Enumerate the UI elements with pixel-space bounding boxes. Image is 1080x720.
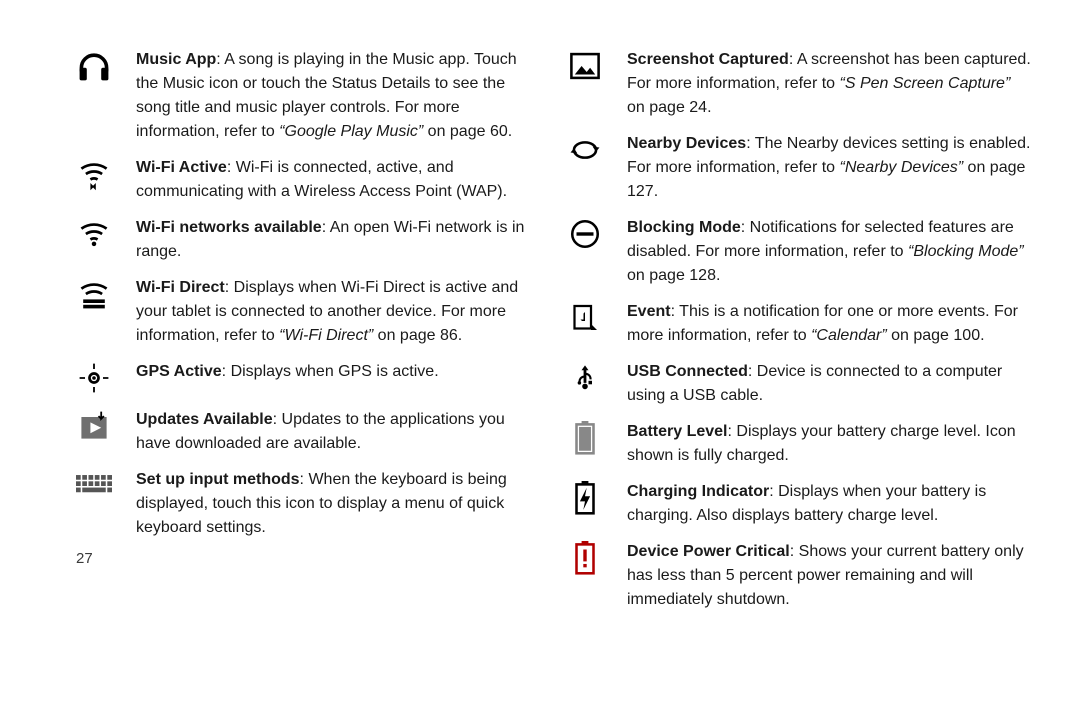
event-icon bbox=[567, 300, 603, 336]
left-column: Music App: A song is playing in the Musi… bbox=[76, 42, 541, 618]
entry-text: Charging Indicator: Displays when your b… bbox=[627, 474, 1032, 528]
battery-icon bbox=[567, 420, 603, 456]
page-number: 27 bbox=[76, 550, 541, 567]
entry-text: Event: This is a notification for one or… bbox=[627, 294, 1032, 348]
entry-text: Battery Level: Displays your battery cha… bbox=[627, 414, 1032, 468]
entry-gps: GPS Active: Displays when GPS is active. bbox=[76, 354, 541, 396]
entry-text: Device Power Critical: Shows your curren… bbox=[627, 534, 1032, 612]
entry-text: Blocking Mode: Notifications for selecte… bbox=[627, 210, 1032, 288]
updates-icon bbox=[76, 408, 112, 444]
entry-usb: USB Connected: Device is connected to a … bbox=[567, 354, 1032, 408]
entry-critical: Device Power Critical: Shows your curren… bbox=[567, 534, 1032, 612]
entry-wifi-available: Wi-Fi networks available: An open Wi-Fi … bbox=[76, 210, 541, 264]
entry-keyboard: Set up input methods: When the keyboard … bbox=[76, 462, 541, 540]
battery-critical-icon bbox=[567, 540, 603, 576]
entry-text: Set up input methods: When the keyboard … bbox=[136, 462, 541, 540]
keyboard-icon bbox=[76, 468, 112, 504]
entry-text: Nearby Devices: The Nearby devices setti… bbox=[627, 126, 1032, 204]
nearby-icon bbox=[567, 132, 603, 168]
entry-text: Wi-Fi Active: Wi-Fi is connected, active… bbox=[136, 150, 541, 204]
entry-text: Wi-Fi networks available: An open Wi-Fi … bbox=[136, 210, 541, 264]
entry-wifi-active: Wi-Fi Active: Wi-Fi is connected, active… bbox=[76, 150, 541, 204]
entry-text: Wi-Fi Direct: Displays when Wi-Fi Direct… bbox=[136, 270, 541, 348]
entry-text: GPS Active: Displays when GPS is active. bbox=[136, 354, 439, 384]
gps-icon bbox=[76, 360, 112, 396]
entry-music: Music App: A song is playing in the Musi… bbox=[76, 42, 541, 144]
blocking-icon bbox=[567, 216, 603, 252]
entry-blocking: Blocking Mode: Notifications for selecte… bbox=[567, 210, 1032, 288]
headphones-icon bbox=[76, 48, 112, 84]
usb-icon bbox=[567, 360, 603, 396]
charging-icon bbox=[567, 480, 603, 516]
wifi-active-icon bbox=[76, 156, 112, 192]
entry-charging: Charging Indicator: Displays when your b… bbox=[567, 474, 1032, 528]
entry-event: Event: This is a notification for one or… bbox=[567, 294, 1032, 348]
manual-page: Music App: A song is playing in the Musi… bbox=[0, 0, 1080, 618]
entry-screenshot: Screenshot Captured: A screenshot has be… bbox=[567, 42, 1032, 120]
entry-nearby: Nearby Devices: The Nearby devices setti… bbox=[567, 126, 1032, 204]
entry-text: USB Connected: Device is connected to a … bbox=[627, 354, 1032, 408]
entry-battery: Battery Level: Displays your battery cha… bbox=[567, 414, 1032, 468]
entry-wifi-direct: Wi-Fi Direct: Displays when Wi-Fi Direct… bbox=[76, 270, 541, 348]
wifi-available-icon bbox=[76, 216, 112, 252]
entry-text: Updates Available: Updates to the applic… bbox=[136, 402, 541, 456]
wifi-direct-icon bbox=[76, 276, 112, 312]
entry-updates: Updates Available: Updates to the applic… bbox=[76, 402, 541, 456]
entry-text: Music App: A song is playing in the Musi… bbox=[136, 42, 541, 144]
screenshot-icon bbox=[567, 48, 603, 84]
right-column: Screenshot Captured: A screenshot has be… bbox=[567, 42, 1032, 618]
entry-text: Screenshot Captured: A screenshot has be… bbox=[627, 42, 1032, 120]
